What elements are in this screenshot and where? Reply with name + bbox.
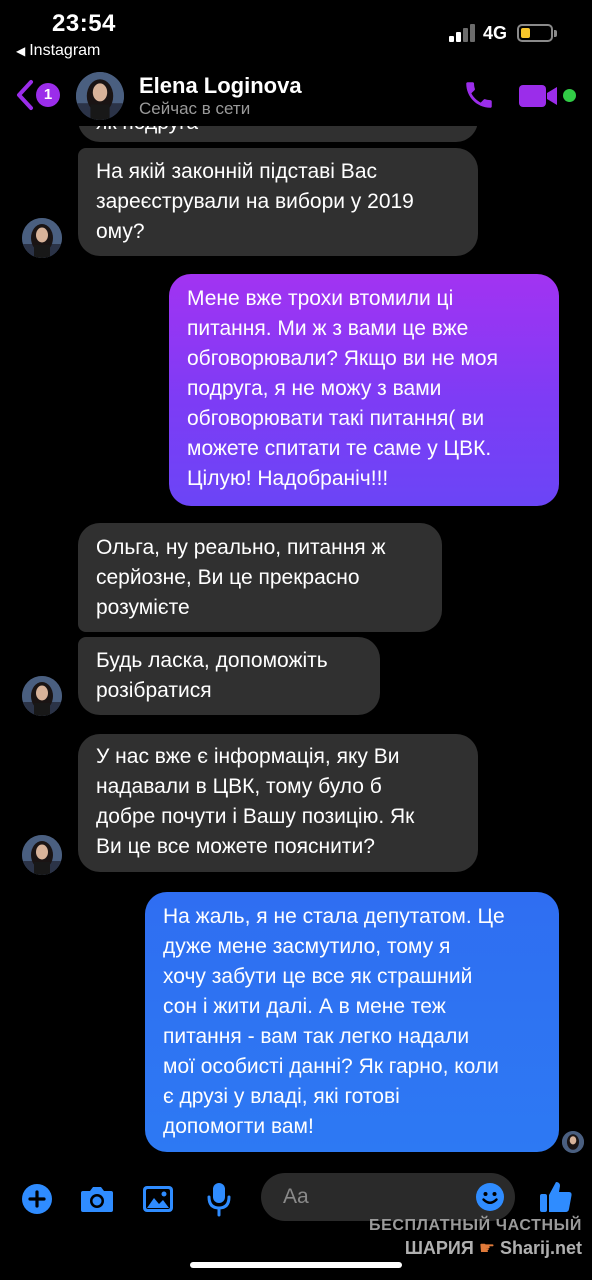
message-line: ому? (96, 220, 145, 243)
message-bubble-outgoing[interactable]: Мене вже трохи втомили ці питання. Ми ж … (169, 274, 559, 506)
message-line: дуже мене засмутило, тому я (163, 935, 451, 958)
contact-avatar[interactable] (22, 835, 62, 875)
contact-avatar[interactable] (22, 676, 62, 716)
avatar-photo (22, 676, 62, 716)
video-call-icon[interactable] (518, 82, 558, 110)
watermark-line2: ШАРИЯ ☛ Sharij.net (360, 1238, 582, 1259)
message-line: зареєстрували на вибори у 2019 (96, 190, 414, 213)
watermark-line1: БЕСПЛАТНЫЙ ЧАСТНЫЙ (369, 1217, 582, 1234)
avatar-photo (22, 218, 62, 258)
watermark-brand: ШАРИЯ (404, 1238, 474, 1258)
message-line: подруга, я не можу з вами (187, 377, 442, 400)
message-thread[interactable]: як подруга На якій законній підставі Вас… (0, 0, 592, 1170)
message-line: На жаль, я не стала депутатом. Це (163, 905, 505, 928)
message-input[interactable]: Aa (261, 1173, 515, 1221)
message-line: можете спитати те саме у ЦВК. (187, 437, 492, 460)
message-line: розібратися (96, 679, 212, 702)
message-bubble-incoming[interactable]: Ольга, ну реально, питання ж серйозне, В… (78, 523, 442, 632)
message-line: У нас вже є інформація, яку Ви (96, 745, 400, 768)
contact-avatar[interactable] (22, 218, 62, 258)
contact-name[interactable]: Elena Loginova (139, 73, 302, 99)
watermark: БЕСПЛАТНЫЙ ЧАСТНЫЙ ШАРИЯ ☛ Sharij.net (360, 1217, 582, 1259)
home-indicator[interactable] (190, 1262, 402, 1268)
message-input-placeholder: Aa (283, 1185, 309, 1208)
watermark-site: Sharij.net (499, 1238, 582, 1258)
message-line: питання - вам так легко надали (163, 1025, 470, 1048)
message-line: Мене вже трохи втомили ці (187, 287, 454, 310)
message-line: мої особисті данні? Як гарно, коли (163, 1055, 499, 1078)
message-line: хочу забути це все як страшний (163, 965, 473, 988)
back-chevron-icon[interactable] (14, 78, 36, 112)
gallery-icon[interactable] (141, 1183, 175, 1215)
message-line: обговорювати такі питання( ви (187, 407, 485, 430)
message-line: добре почути і Вашу позицію. Як (96, 805, 415, 828)
avatar-photo (76, 72, 124, 120)
message-bubble-incoming[interactable]: У нас вже є інформація, яку Ви надавали … (78, 734, 478, 872)
contact-avatar[interactable] (76, 72, 124, 120)
microphone-icon[interactable] (206, 1181, 232, 1217)
message-line: надавали в ЦВК, тому було б (96, 775, 382, 798)
message-line: Ольга, ну реально, питання ж (96, 536, 386, 559)
message-line: допомогти вам! (163, 1115, 314, 1138)
message-line: Цілую! Надобраніч!!! (187, 467, 389, 490)
unread-count-badge: 1 (36, 83, 60, 107)
phone-call-icon[interactable] (462, 78, 496, 112)
plus-icon[interactable] (21, 1183, 53, 1215)
camera-icon[interactable] (79, 1183, 115, 1215)
seen-receipt-avatar (562, 1131, 584, 1153)
message-line: є друзі у владі, які готові (163, 1085, 400, 1108)
thumbs-up-icon[interactable] (538, 1179, 574, 1215)
avatar-photo (562, 1131, 584, 1153)
message-bubble-incoming[interactable]: На якій законній підставі Вас зареєструв… (78, 148, 478, 256)
message-bubble-incoming[interactable]: Будь ласка, допоможіть розібратися (78, 637, 380, 715)
message-line: Будь ласка, допоможіть (96, 649, 328, 672)
message-line: розумієте (96, 596, 190, 619)
chat-header: 1 Elena Loginova Сейчас в сети (0, 68, 592, 126)
message-line: На якій законній підставі Вас (96, 160, 377, 183)
message-line: Ви це все можете пояснити? (96, 835, 375, 858)
message-line: серйозне, Ви це прекрасно (96, 566, 360, 589)
message-line: обговорювали? Якщо ви не моя (187, 347, 498, 370)
message-line: питання. Ми ж з вами це вже (187, 317, 469, 340)
pointing-hand-icon: ☛ (478, 1238, 495, 1258)
message-line: сон і жити далі. А в мене теж (163, 995, 446, 1018)
presence-status: Сейчас в сети (139, 99, 251, 118)
avatar-photo (22, 835, 62, 875)
emoji-icon[interactable] (475, 1182, 505, 1212)
message-bubble-outgoing[interactable]: На жаль, я не стала депутатом. Це дуже м… (145, 892, 559, 1152)
online-indicator (563, 89, 576, 102)
